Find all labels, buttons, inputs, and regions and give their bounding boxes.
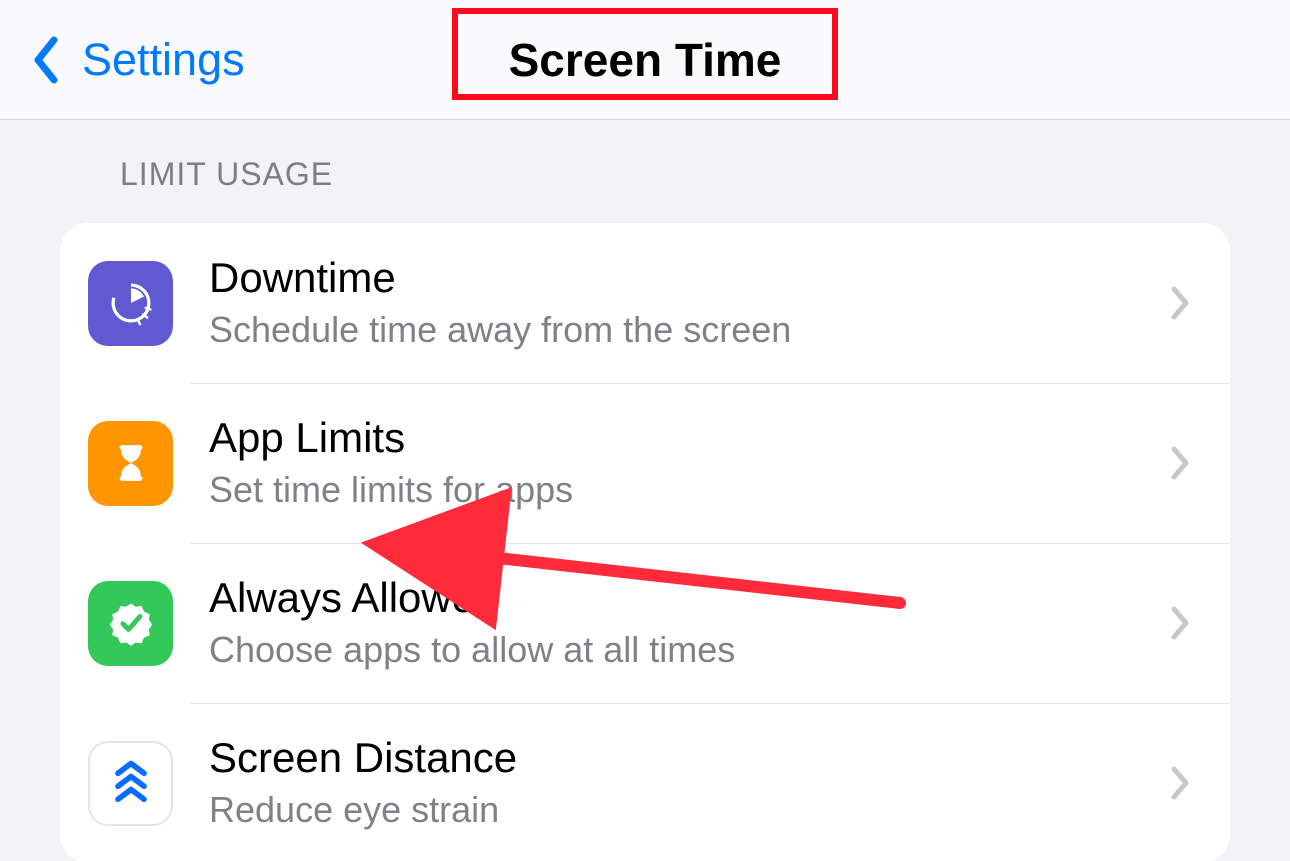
hourglass-icon bbox=[88, 421, 173, 506]
row-downtime[interactable]: Downtime Schedule time away from the scr… bbox=[60, 223, 1230, 383]
back-label: Settings bbox=[82, 34, 245, 86]
row-subtitle: Schedule time away from the screen bbox=[209, 308, 1150, 351]
row-app-limits[interactable]: App Limits Set time limits for apps bbox=[60, 383, 1230, 543]
row-screen-distance[interactable]: Screen Distance Reduce eye strain bbox=[60, 703, 1230, 861]
navbar: Settings Screen Time bbox=[0, 0, 1290, 120]
downtime-icon bbox=[88, 261, 173, 346]
row-title: Screen Distance bbox=[209, 735, 1150, 781]
row-text: Screen Distance Reduce eye strain bbox=[209, 735, 1150, 830]
chevron-right-icon bbox=[1170, 285, 1190, 321]
row-subtitle: Set time limits for apps bbox=[209, 468, 1150, 511]
back-button[interactable]: Settings bbox=[30, 0, 245, 119]
chevron-right-icon bbox=[1170, 765, 1190, 801]
row-always-allowed[interactable]: Always Allowed Choose apps to allow at a… bbox=[60, 543, 1230, 703]
row-text: Always Allowed Choose apps to allow at a… bbox=[209, 575, 1150, 670]
row-subtitle: Reduce eye strain bbox=[209, 788, 1150, 831]
row-title: Downtime bbox=[209, 255, 1150, 301]
section-header-limit-usage: LIMIT USAGE bbox=[120, 156, 1230, 193]
row-title: Always Allowed bbox=[209, 575, 1150, 621]
chevron-right-icon bbox=[1170, 445, 1190, 481]
page-title: Screen Time bbox=[509, 33, 782, 87]
chevron-left-icon bbox=[30, 36, 60, 84]
checkmark-seal-icon bbox=[88, 581, 173, 666]
screen-distance-icon bbox=[88, 741, 173, 826]
row-text: Downtime Schedule time away from the scr… bbox=[209, 255, 1150, 350]
chevron-right-icon bbox=[1170, 605, 1190, 641]
row-text: App Limits Set time limits for apps bbox=[209, 415, 1150, 510]
content: LIMIT USAGE Downtime Schedule time away … bbox=[0, 156, 1290, 861]
settings-group-limit-usage: Downtime Schedule time away from the scr… bbox=[60, 223, 1230, 861]
row-title: App Limits bbox=[209, 415, 1150, 461]
row-subtitle: Choose apps to allow at all times bbox=[209, 628, 1150, 671]
